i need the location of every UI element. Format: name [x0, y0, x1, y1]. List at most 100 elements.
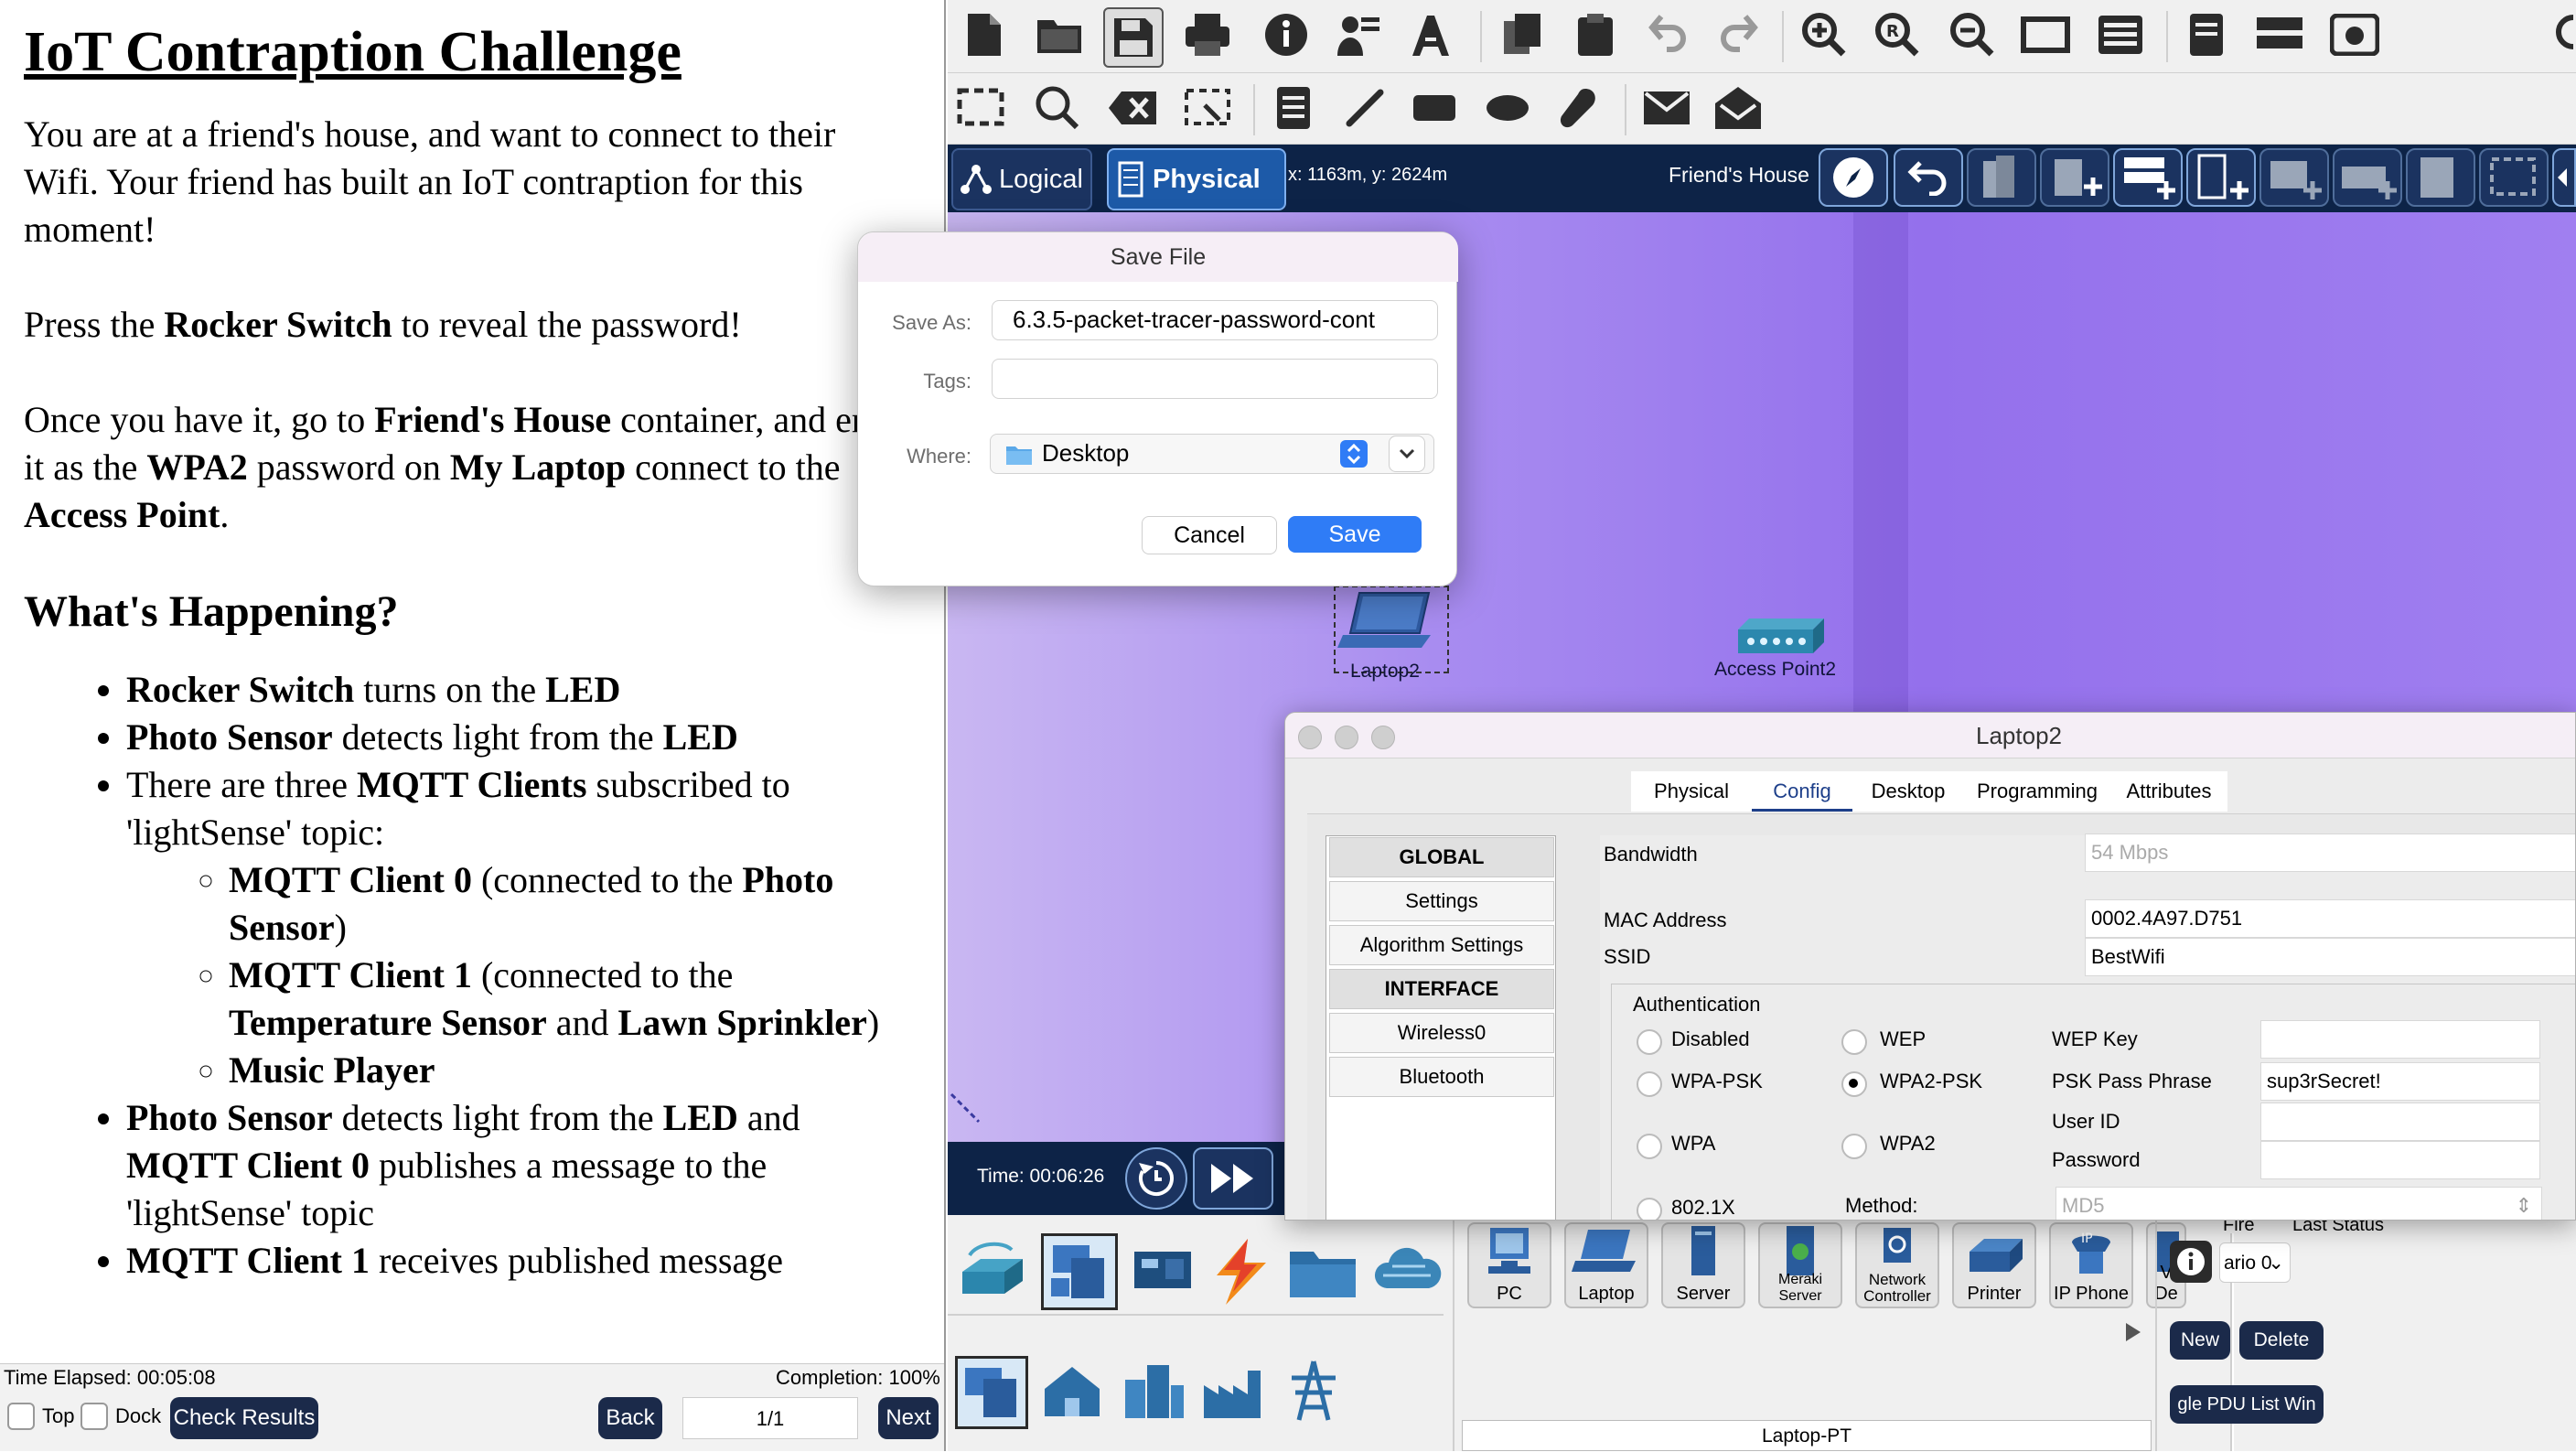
delete-scenario-button[interactable]: Delete — [2239, 1321, 2324, 1360]
sidebar-item-settings[interactable]: Settings — [1329, 881, 1554, 921]
sidebar-item-wireless0[interactable]: Wireless0 — [1329, 1013, 1554, 1053]
scenario-select[interactable]: ario 0 ⌄ — [2219, 1242, 2291, 1283]
tab-logical[interactable]: Logical — [951, 148, 1092, 210]
zoom-out-icon[interactable] — [1947, 9, 1998, 60]
top-checkbox[interactable]: Top — [7, 1403, 74, 1430]
password-field[interactable] — [2260, 1141, 2540, 1179]
sidebar-item-algorithm-settings[interactable]: Algorithm Settings — [1329, 925, 1554, 965]
window-icon[interactable] — [2020, 9, 2071, 60]
notes-icon[interactable] — [2181, 9, 2232, 60]
back-button[interactable]: Back — [598, 1397, 662, 1439]
method-select[interactable]: MD5 ⇕ — [2055, 1187, 2542, 1220]
draw-ellipse-icon[interactable] — [1482, 82, 1533, 134]
image-view-icon[interactable] — [2329, 9, 2380, 60]
save-as-field[interactable]: 6.3.5-packet-tracer-password-cont — [992, 300, 1438, 340]
device-printer[interactable]: Printer — [1952, 1222, 2036, 1308]
industrial-category[interactable] — [1198, 1358, 1268, 1427]
where-select[interactable]: Desktop — [990, 434, 1434, 474]
new-city-button[interactable] — [2040, 148, 2109, 207]
new-file-icon[interactable] — [959, 9, 1010, 60]
freeform-icon[interactable] — [1553, 82, 1605, 134]
cancel-button[interactable]: Cancel — [1142, 516, 1277, 554]
dock-checkbox[interactable]: Dock — [80, 1403, 161, 1430]
dock-checkbox-box[interactable] — [80, 1403, 108, 1430]
ssid-field[interactable]: BestWifi — [2085, 938, 2575, 976]
tab-physical[interactable]: Physical — [1107, 148, 1286, 210]
draw-rectangle-icon[interactable] — [1409, 82, 1460, 134]
print-icon[interactable] — [1182, 9, 1233, 60]
new-scenario-button[interactable]: New — [2170, 1321, 2230, 1360]
access-point2-device[interactable] — [1733, 615, 1828, 661]
wep-key-field[interactable] — [2260, 1020, 2540, 1059]
resize-shape-icon[interactable] — [1182, 82, 1233, 134]
device-server[interactable]: Server — [1661, 1222, 1745, 1308]
reset-time-button[interactable] — [1125, 1147, 1187, 1210]
inspect-icon[interactable] — [1032, 82, 1083, 134]
radio-wpa2[interactable] — [1841, 1134, 1867, 1159]
radio-disabled[interactable] — [1637, 1029, 1662, 1055]
move-object-button[interactable] — [2552, 148, 2576, 207]
expand-dialog-button[interactable] — [1389, 436, 1425, 472]
miscellaneous-category[interactable] — [1286, 1239, 1359, 1305]
new-wiring-closet-button[interactable] — [2186, 148, 2256, 207]
device-meraki-server[interactable]: Meraki Server — [1758, 1222, 1842, 1308]
paste-icon[interactable] — [1570, 9, 1621, 60]
draw-line-icon[interactable] — [1339, 82, 1390, 134]
expand-arrow-icon[interactable] — [2124, 1321, 2148, 1349]
end-devices-subcategory[interactable] — [955, 1356, 1028, 1429]
zoom-reset-icon[interactable]: R — [1872, 9, 1923, 60]
new-shelf-button[interactable] — [2333, 148, 2402, 207]
help-icon[interactable] — [2549, 9, 2576, 60]
top-checkbox-box[interactable] — [7, 1403, 35, 1430]
components-category[interactable] — [1129, 1237, 1197, 1305]
navigation-button[interactable] — [1819, 148, 1888, 207]
device-ip-phone[interactable]: IP IP Phone — [2049, 1222, 2133, 1308]
palette-icon[interactable] — [2095, 9, 2146, 60]
scenario-info-button[interactable] — [2170, 1241, 2212, 1283]
toggle-pdu-list-button[interactable]: gle PDU List Win — [2170, 1385, 2324, 1424]
network-devices-category[interactable] — [957, 1235, 1030, 1305]
save-icon[interactable] — [1103, 7, 1164, 68]
radio-8021x[interactable] — [1637, 1198, 1662, 1220]
power-grid-category[interactable] — [1279, 1358, 1348, 1427]
undo-icon[interactable] — [1643, 9, 1694, 60]
end-devices-category[interactable] — [1041, 1233, 1118, 1310]
next-button[interactable]: Next — [878, 1397, 939, 1439]
radio-wpa-psk[interactable] — [1637, 1071, 1662, 1097]
radio-wep[interactable] — [1841, 1029, 1867, 1055]
radio-wpa2-psk[interactable] — [1841, 1071, 1867, 1097]
new-table-button[interactable] — [2259, 148, 2329, 207]
new-cabinet-button[interactable] — [2406, 148, 2475, 207]
redo-icon[interactable] — [1712, 9, 1764, 60]
mac-address-field[interactable]: 0002.4A97.D751 — [2085, 899, 2575, 938]
radio-wpa[interactable] — [1637, 1134, 1662, 1159]
sidebar-item-bluetooth[interactable]: Bluetooth — [1329, 1057, 1554, 1097]
tags-field[interactable] — [992, 359, 1438, 399]
tab-programming[interactable]: Programming — [1964, 771, 2110, 812]
fast-forward-button[interactable] — [1193, 1147, 1273, 1210]
complex-pdu-icon[interactable] — [1712, 82, 1764, 134]
tab-desktop[interactable]: Desktop — [1852, 771, 1964, 812]
open-folder-icon[interactable] — [1034, 9, 1085, 60]
tab-physical[interactable]: Physical — [1631, 771, 1752, 812]
psk-pass-phrase-field[interactable]: sup3rSecret! — [2260, 1062, 2540, 1101]
multiuser-category[interactable] — [1370, 1239, 1444, 1305]
info-icon[interactable] — [1261, 9, 1312, 60]
new-rack-button[interactable] — [2113, 148, 2183, 207]
activity-wizard-icon[interactable] — [1332, 9, 1383, 60]
custom-devices-icon[interactable] — [1405, 9, 1456, 60]
new-cluster-button[interactable] — [2479, 148, 2549, 207]
home-category[interactable] — [1037, 1358, 1107, 1427]
new-building-button[interactable] — [1967, 148, 2036, 207]
simple-pdu-icon[interactable] — [1641, 82, 1692, 134]
smart-city-category[interactable] — [1118, 1358, 1187, 1427]
back-to-parent-button[interactable] — [1894, 148, 1963, 207]
check-results-button[interactable]: Check Results — [170, 1397, 318, 1439]
user-id-field[interactable] — [2260, 1102, 2540, 1141]
connections-category[interactable] — [1208, 1235, 1275, 1307]
device-network-controller[interactable]: Network Controller — [1855, 1222, 1939, 1308]
copy-icon[interactable] — [1497, 9, 1548, 60]
tab-attributes[interactable]: Attributes — [2110, 771, 2227, 812]
save-button[interactable]: Save — [1288, 516, 1422, 553]
select-icon[interactable] — [955, 82, 1006, 134]
